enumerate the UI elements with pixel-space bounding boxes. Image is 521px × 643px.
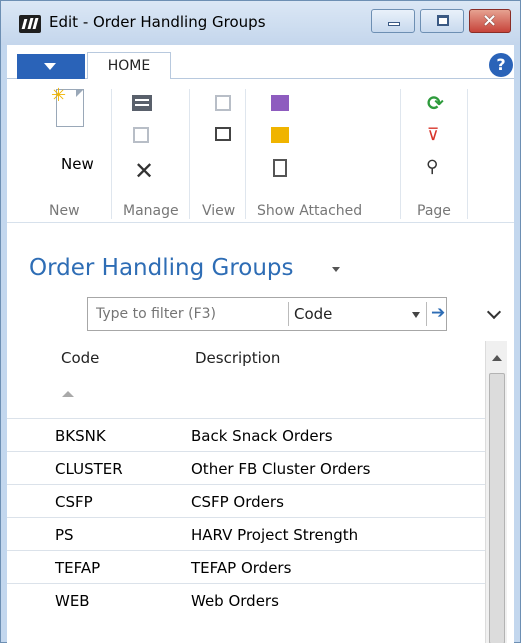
content-area: Order Handling Groups Code ➔ Code Descri… (7, 223, 514, 643)
table-row[interactable]: WEB Web Orders (7, 583, 485, 616)
cell-description: Back Snack Orders (191, 427, 333, 445)
chevron-down-icon[interactable] (332, 267, 340, 272)
binoculars-icon[interactable]: ⚲ (426, 157, 438, 177)
cell-description: Other FB Cluster Orders (191, 460, 371, 478)
cell-code: WEB (55, 592, 90, 610)
delete-icon[interactable]: ✕ (134, 157, 154, 185)
group-label-view: View (202, 203, 236, 219)
window-title: Edit - Order Handling Groups (49, 13, 266, 31)
column-header-code[interactable]: Code (61, 349, 99, 367)
cell-description: TEFAP Orders (191, 559, 292, 577)
group-label-show-attached: Show Attached (257, 203, 363, 219)
cell-description: HARV Project Strength (191, 526, 359, 544)
cell-description: Web Orders (191, 592, 279, 610)
ribbon-separator (189, 89, 190, 219)
ribbon-separator (111, 89, 112, 219)
cell-code: BKSNK (55, 427, 106, 445)
group-label-page: Page (417, 203, 451, 219)
table-row[interactable]: CSFP CSFP Orders (7, 484, 485, 517)
close-icon: × (482, 10, 498, 31)
edit-list-icon[interactable] (133, 127, 149, 143)
column-header-description[interactable]: Description (195, 349, 280, 367)
clear-filter-icon[interactable]: ⊽ (427, 125, 439, 145)
minimize-button[interactable] (371, 9, 415, 33)
filter-separator (288, 302, 289, 326)
group-label-new: New (49, 203, 80, 219)
table-row[interactable]: CLUSTER Other FB Cluster Orders (7, 451, 485, 484)
table-row[interactable]: TEFAP TEFAP Orders (7, 550, 485, 583)
app-logo-icon (19, 15, 41, 33)
view-list-icon[interactable] (132, 95, 152, 111)
notes-icon[interactable] (271, 127, 289, 143)
arrow-right-icon[interactable]: ➔ (431, 303, 445, 323)
cell-code: CSFP (55, 493, 93, 511)
links-icon[interactable] (273, 159, 287, 177)
ribbon-separator (467, 89, 468, 219)
filter-field-select[interactable]: Code (294, 305, 332, 323)
filter-separator (426, 302, 427, 326)
help-icon[interactable]: ? (489, 53, 513, 77)
cell-code: PS (55, 526, 74, 544)
minimize-icon (388, 22, 400, 26)
view-icon[interactable] (215, 95, 231, 111)
window: Edit - Order Handling Groups × HOME ? ✳ … (0, 0, 521, 643)
filter-box: Code ➔ (87, 297, 447, 331)
sort-ascending-icon (62, 391, 74, 397)
cell-code: CLUSTER (55, 460, 123, 478)
chevron-down-icon[interactable] (412, 312, 420, 318)
scroll-thumb[interactable] (489, 373, 505, 643)
table-row[interactable]: PS HARV Project Strength (7, 517, 485, 550)
maximize-icon (437, 15, 449, 26)
chevron-down-icon (44, 63, 56, 70)
new-button[interactable]: ✳ New (21, 83, 94, 191)
new-star-icon: ✳ (51, 85, 67, 106)
ribbon-tab-bar: HOME ? (7, 45, 514, 80)
page-title[interactable]: Order Handling Groups (29, 255, 294, 281)
close-button[interactable]: × (469, 9, 511, 33)
group-label-manage: Manage (123, 203, 179, 219)
new-button-label: New (61, 155, 94, 173)
table-row[interactable]: BKSNK Back Snack Orders (7, 418, 485, 451)
cell-code: TEFAP (55, 559, 101, 577)
ribbon-separator (400, 89, 401, 219)
title-bar: Edit - Order Handling Groups × (1, 1, 520, 45)
application-menu-button[interactable] (17, 54, 85, 80)
vertical-scrollbar[interactable] (485, 341, 507, 643)
data-grid: BKSNK Back Snack Orders CLUSTER Other FB… (7, 418, 485, 616)
view-details-icon[interactable] (215, 127, 231, 141)
scroll-up-icon[interactable] (492, 355, 502, 361)
ribbon: ✳ New New ✕ Manage View Show Attached ⟳ … (7, 79, 514, 223)
tab-home[interactable]: HOME (87, 52, 171, 80)
ribbon-separator (245, 89, 246, 219)
expand-filter-chevron-icon[interactable] (486, 304, 502, 320)
refresh-icon[interactable]: ⟳ (427, 91, 444, 115)
onenote-icon[interactable] (271, 95, 289, 111)
filter-input[interactable] (88, 298, 288, 330)
cell-description: CSFP Orders (191, 493, 284, 511)
maximize-button[interactable] (420, 9, 464, 33)
